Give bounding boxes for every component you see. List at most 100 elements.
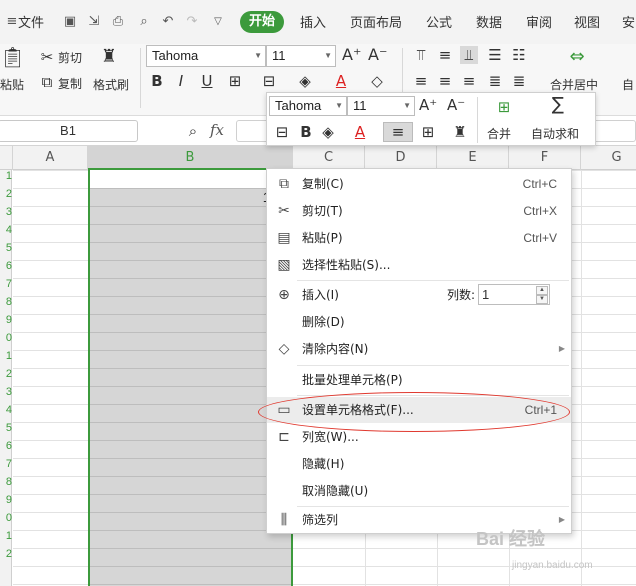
merge-center-icon[interactable]: ⇔: [568, 48, 586, 66]
column-header-a[interactable]: A: [13, 146, 88, 170]
row-number[interactable]: 0: [0, 512, 12, 524]
merge-icon[interactable]: ⊞: [495, 98, 513, 116]
menu-item-paste-special[interactable]: ▧ 选择性粘贴(S)...: [267, 252, 571, 278]
tab-view[interactable]: 视图: [574, 12, 600, 31]
decrease-font-icon[interactable]: A⁻: [447, 96, 465, 114]
decrease-font-icon[interactable]: A⁻: [368, 46, 387, 64]
menu-item-clear-contents[interactable]: ◇ 清除内容(N) ▶: [267, 336, 571, 362]
row-number[interactable]: 0: [0, 332, 12, 344]
align-center-icon[interactable]: ≡: [436, 72, 454, 90]
row-number[interactable]: 2: [0, 368, 12, 380]
name-box[interactable]: B1: [0, 120, 138, 142]
tab-security[interactable]: 安: [622, 12, 635, 31]
print-icon[interactable]: ⎙: [110, 14, 126, 30]
column-header-f[interactable]: F: [509, 146, 581, 170]
border-icon[interactable]: ⊞: [419, 123, 437, 141]
align-bottom-icon[interactable]: ≡: [383, 122, 413, 142]
row-number[interactable]: 3: [0, 386, 12, 398]
bold-icon[interactable]: B: [148, 72, 166, 90]
insert-count-stepper[interactable]: 1 ▲ ▼: [478, 284, 550, 305]
bold-icon[interactable]: B: [297, 123, 315, 141]
row-number[interactable]: 7: [0, 278, 12, 290]
save-icon[interactable]: ▣: [62, 14, 78, 30]
align-left-icon[interactable]: ≡: [412, 72, 430, 90]
menu-item-hide[interactable]: 隐藏(H): [267, 451, 571, 477]
justify-icon[interactable]: ≣: [486, 72, 504, 90]
row-number[interactable]: 9: [0, 314, 12, 326]
row-number[interactable]: 8: [0, 476, 12, 488]
row-number[interactable]: 2: [0, 188, 12, 200]
row-number[interactable]: 1: [0, 530, 12, 542]
copy-icon[interactable]: ⧉: [38, 73, 56, 91]
select-all-corner[interactable]: [0, 146, 13, 170]
copy-button[interactable]: 复制: [58, 75, 82, 92]
merge-center-button[interactable]: 合并居中: [550, 76, 598, 93]
mini-font-size-select[interactable]: 11 ▼: [347, 96, 415, 116]
active-cell-b1[interactable]: [90, 170, 291, 188]
sigma-icon[interactable]: ∑: [549, 96, 567, 114]
column-header-e[interactable]: E: [437, 146, 509, 170]
column-header-b[interactable]: B: [88, 146, 293, 170]
align-middle-icon[interactable]: ≡: [436, 46, 454, 64]
font-size-select[interactable]: 11 ▼: [266, 45, 336, 67]
align-top-icon[interactable]: ⫪: [412, 46, 430, 64]
row-number[interactable]: 1: [0, 170, 12, 182]
autosum-button[interactable]: 自动求和: [531, 125, 579, 142]
scissors-icon[interactable]: ✂: [38, 48, 56, 66]
menu-item-unhide[interactable]: 取消隐藏(U): [267, 478, 571, 504]
align-bottom-icon[interactable]: ⫫: [460, 46, 478, 64]
row-number[interactable]: 6: [0, 440, 12, 452]
menu-item-copy[interactable]: ⧉ 复制(C) Ctrl+C: [267, 171, 571, 197]
row-number[interactable]: 1: [0, 350, 12, 362]
zoom-icon[interactable]: ⌕: [184, 122, 202, 140]
menu-item-delete[interactable]: 删除(D): [267, 309, 571, 335]
customize-icon[interactable]: ▽: [210, 14, 226, 30]
paste-icon[interactable]: 📋︎: [0, 47, 25, 72]
column-header-d[interactable]: D: [365, 146, 437, 170]
tab-insert[interactable]: 插入: [300, 12, 326, 31]
row-number[interactable]: 4: [0, 224, 12, 236]
fill-color-icon[interactable]: ◈: [319, 123, 337, 141]
column-header-c[interactable]: C: [293, 146, 365, 170]
tab-page-layout[interactable]: 页面布局: [350, 12, 402, 31]
format-painter-icon[interactable]: ♜: [100, 48, 118, 66]
font-name-select[interactable]: Tahoma ▼: [146, 45, 266, 67]
underline-icon[interactable]: U: [198, 72, 216, 90]
row-number[interactable]: 8: [0, 296, 12, 308]
distributed-icon[interactable]: ≣: [510, 72, 528, 90]
cut-button[interactable]: 剪切: [58, 49, 82, 66]
row-number[interactable]: 6: [0, 260, 12, 272]
increase-font-icon[interactable]: A⁺: [342, 46, 361, 64]
redo-icon[interactable]: ↷: [184, 14, 200, 30]
orientation-icon[interactable]: ☷: [510, 46, 528, 64]
tab-review[interactable]: 审阅: [526, 12, 552, 31]
tab-data[interactable]: 数据: [476, 12, 502, 31]
stepper-down-icon[interactable]: ▼: [536, 295, 548, 304]
row-number[interactable]: 9: [0, 494, 12, 506]
cell-style-icon[interactable]: ⊟: [273, 123, 291, 141]
stepper-up-icon[interactable]: ▲: [536, 286, 548, 295]
clear-format-icon[interactable]: ◇: [368, 72, 386, 90]
row-number[interactable]: 3: [0, 206, 12, 218]
paste-button[interactable]: 粘贴: [0, 76, 24, 93]
font-color-icon[interactable]: A: [332, 72, 350, 90]
fill-color-icon[interactable]: ◈: [296, 72, 314, 90]
format-painter-icon[interactable]: ♜: [451, 123, 469, 141]
row-number[interactable]: 4: [0, 404, 12, 416]
row-number[interactable]: 2: [0, 548, 12, 560]
format-painter-button[interactable]: 格式刷: [93, 76, 129, 93]
row-number[interactable]: 5: [0, 422, 12, 434]
wrap-icon[interactable]: ☰: [486, 46, 504, 64]
menu-item-batch-process[interactable]: 批量处理单元格(P): [267, 367, 571, 393]
undo-icon[interactable]: ↶: [160, 14, 176, 30]
merge-button[interactable]: 合并: [487, 125, 511, 142]
auto-button[interactable]: 自: [622, 76, 634, 93]
fx-icon[interactable]: fx: [210, 121, 224, 139]
selected-column-b[interactable]: [88, 170, 293, 586]
column-header-g[interactable]: G: [581, 146, 636, 170]
italic-icon[interactable]: I: [172, 72, 190, 90]
file-menu[interactable]: 文件: [18, 12, 44, 31]
cell-style-icon[interactable]: ⊟: [260, 72, 278, 90]
increase-font-icon[interactable]: A⁺: [419, 96, 437, 114]
font-color-icon[interactable]: A: [351, 123, 369, 141]
